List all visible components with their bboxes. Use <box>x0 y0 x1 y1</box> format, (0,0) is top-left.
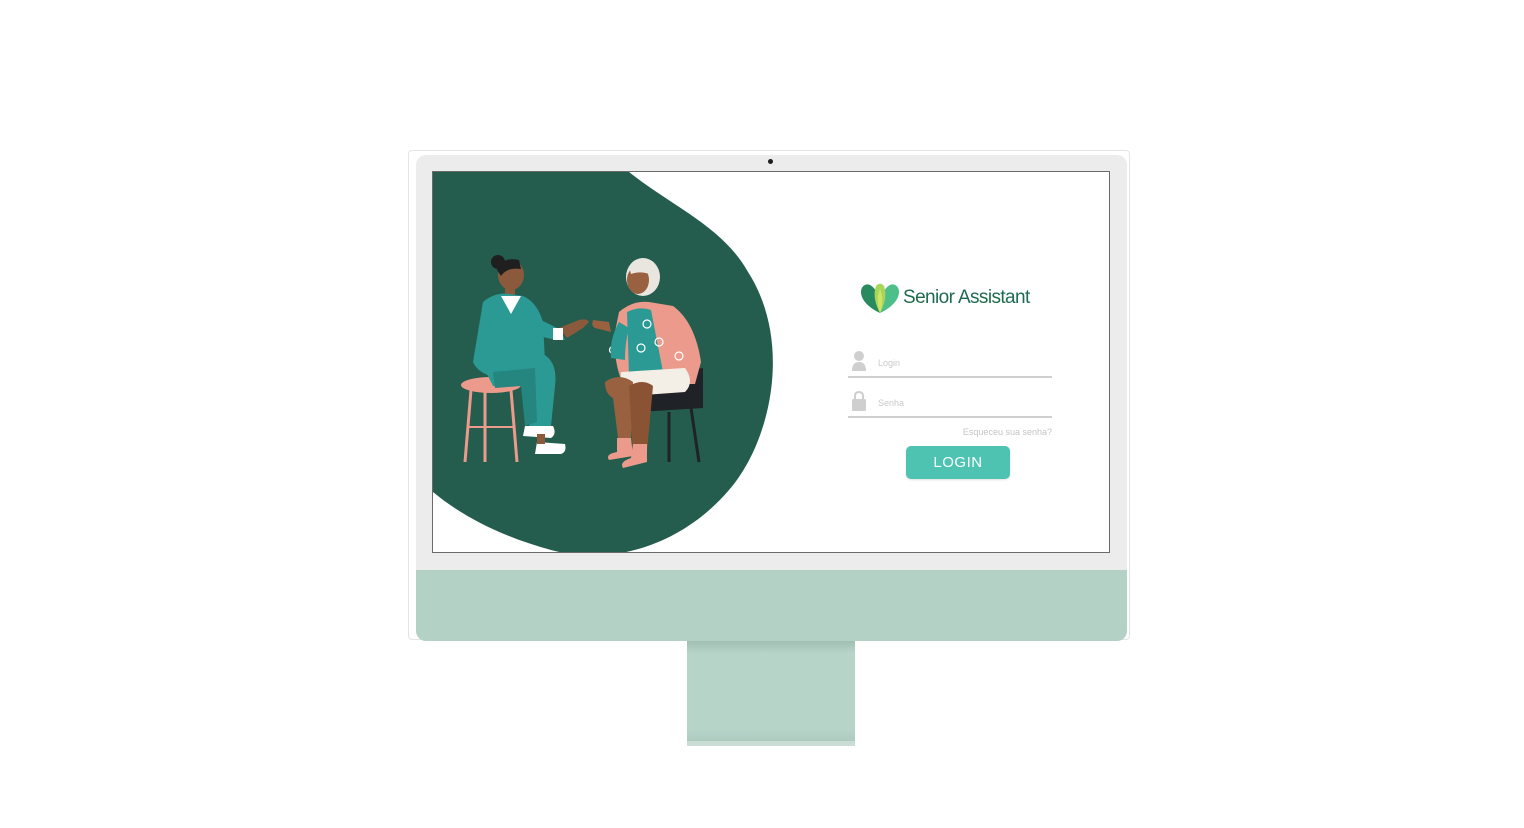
heart-leaf-icon <box>861 283 899 313</box>
login-input[interactable] <box>878 356 1048 370</box>
user-icon <box>852 351 866 371</box>
brand-name: Senior Assistant <box>903 287 1030 308</box>
login-field[interactable] <box>848 350 1052 378</box>
login-button[interactable]: LOGIN <box>906 446 1010 479</box>
monitor-stand-foot <box>687 741 855 746</box>
monitor-chin <box>416 570 1127 641</box>
password-field[interactable] <box>848 390 1052 418</box>
monitor-stand <box>687 641 855 745</box>
brand-logo: Senior Assistant <box>859 280 1030 316</box>
password-input[interactable] <box>878 396 1048 410</box>
lock-icon <box>852 390 866 411</box>
camera-icon <box>768 159 773 164</box>
login-screen: Senior Assistant Esqueceu sua senha? LOG… <box>432 171 1110 553</box>
forgot-password-link[interactable]: Esqueceu sua senha? <box>873 427 1052 437</box>
